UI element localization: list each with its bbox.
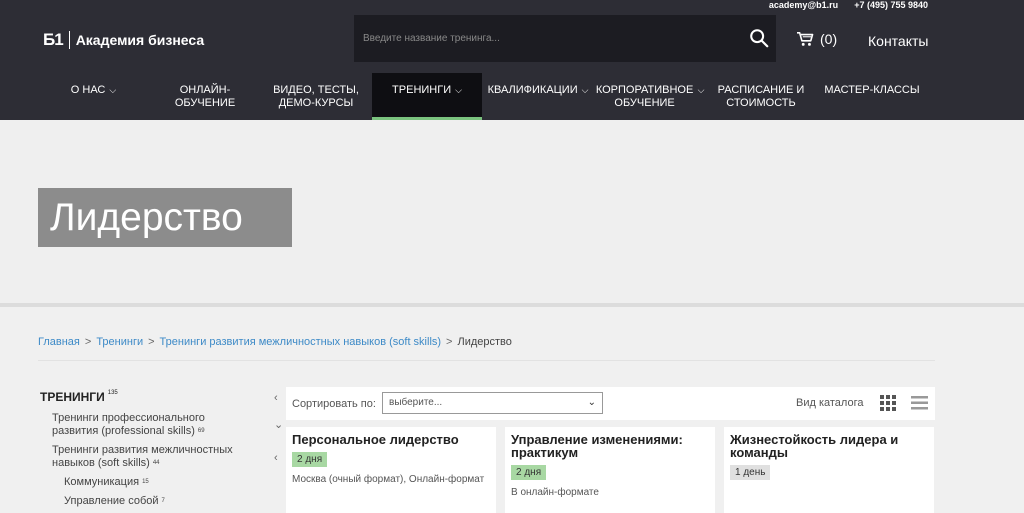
catalog-toolbar: Сортировать по: выберите... ⌄ Вид катало… bbox=[286, 387, 935, 420]
nav-item-trainings[interactable]: ТРЕНИНГИ ⌵ bbox=[372, 73, 482, 120]
breadcrumb: Главная > Тренинги > Тренинги развития м… bbox=[38, 336, 512, 348]
nav-item-label: ВИДЕО, ТЕСТЫ, ДЕМО-КУРСЫ bbox=[273, 84, 359, 109]
logo-mark: Б1 bbox=[43, 30, 64, 49]
sidebar-item-soft-skills[interactable]: Тренинги развития межличностных навыков … bbox=[52, 444, 257, 470]
duration-badge: 2 дня bbox=[292, 452, 328, 467]
nav-item-label: ТРЕНИНГИ bbox=[392, 84, 452, 96]
main-nav: О НАС ⌵ ОНЛАЙН-ОБУЧЕНИЕ ВИДЕО, ТЕСТЫ, ДЕМ… bbox=[0, 73, 1024, 120]
card-format: Москва (очный формат), Онлайн-формат bbox=[292, 474, 485, 485]
contacts-link[interactable]: Контакты bbox=[868, 33, 928, 49]
nav-item-label: МАСТЕР-КЛАССЫ bbox=[824, 84, 920, 96]
search-icon[interactable] bbox=[748, 27, 770, 49]
sidebar-item-communication[interactable]: Коммуникация 15 bbox=[64, 476, 244, 489]
sidebar-item-label: Тренинги развития межличностных навыков … bbox=[52, 444, 233, 469]
header-phone[interactable]: +7 (495) 755 9840 bbox=[854, 0, 928, 12]
nav-item-schedule[interactable]: РАСПИСАНИЕ И СТОИМОСТЬ bbox=[714, 73, 808, 120]
cart-count: (0) bbox=[820, 31, 838, 47]
sidebar-heading-label: ТРЕНИНГИ bbox=[40, 390, 105, 404]
page-title: Лидерство bbox=[38, 188, 292, 247]
sidebar-item-label: Тренинги профессионального развития (pro… bbox=[52, 412, 205, 437]
search-input[interactable] bbox=[354, 15, 734, 62]
breadcrumb-separator: > bbox=[148, 336, 155, 348]
breadcrumb-home[interactable]: Главная bbox=[38, 336, 80, 348]
breadcrumb-trainings[interactable]: Тренинги bbox=[96, 336, 143, 348]
top-contact-line: academy@b1.ru +7 (495) 755 9840 bbox=[769, 0, 928, 12]
sidebar-item-count: 69 bbox=[197, 428, 205, 434]
nav-item-label: КВАЛИФИКАЦИИ bbox=[487, 84, 578, 96]
card-title[interactable]: Жизнестойкость лидера и команды bbox=[730, 433, 928, 459]
grid-view-icon[interactable] bbox=[880, 395, 896, 411]
training-card[interactable]: Персональное лидерство 2 дня Москва (очн… bbox=[286, 427, 496, 513]
card-title[interactable]: Управление изменениями: практикум bbox=[511, 433, 709, 459]
card-format: В онлайн-формате bbox=[511, 487, 599, 498]
chevron-down-icon: ⌵ bbox=[581, 85, 589, 95]
sidebar-item-professional-skills[interactable]: Тренинги профессионального развития (pro… bbox=[52, 412, 242, 438]
nav-item-online-learning[interactable]: ОНЛАЙН-ОБУЧЕНИЕ bbox=[160, 73, 250, 120]
sort-select[interactable]: выберите... ⌄ bbox=[382, 392, 603, 414]
site-header: academy@b1.ru +7 (495) 755 9840 Б1 Акаде… bbox=[0, 0, 1024, 120]
sidebar-item-count: 15 bbox=[142, 479, 149, 485]
sidebar-item-label: Управление собой bbox=[64, 495, 159, 507]
sort-label: Сортировать по: bbox=[292, 398, 376, 410]
site-logo[interactable]: Б1 Академия бизнеса bbox=[43, 30, 204, 50]
nav-item-label: ОНЛАЙН-ОБУЧЕНИЕ bbox=[174, 84, 236, 109]
header-email[interactable]: academy@b1.ru bbox=[769, 0, 838, 12]
hero-divider bbox=[0, 303, 1024, 307]
breadcrumb-divider bbox=[38, 360, 935, 361]
nav-item-label: РАСПИСАНИЕ И СТОИМОСТЬ bbox=[717, 84, 805, 109]
page-hero: Лидерство bbox=[0, 120, 1024, 303]
nav-item-corporate[interactable]: КОРПОРАТИВНОЕ ОБУЧЕНИЕ ⌵ bbox=[594, 73, 706, 120]
view-mode-label: Вид каталога bbox=[796, 397, 864, 409]
sort-select-value: выберите... bbox=[389, 397, 443, 408]
nav-item-qualifications[interactable]: КВАЛИФИКАЦИИ ⌵ bbox=[483, 73, 593, 120]
chevron-down-icon: ⌄ bbox=[587, 397, 596, 408]
breadcrumb-current: Лидерство bbox=[457, 336, 512, 348]
sidebar-item-self-management[interactable]: Управление собой 7 bbox=[64, 495, 244, 508]
training-card[interactable]: Жизнестойкость лидера и команды 1 день bbox=[724, 427, 934, 513]
breadcrumb-separator: > bbox=[446, 336, 453, 348]
list-view-icon[interactable] bbox=[911, 396, 928, 410]
sidebar-heading[interactable]: ТРЕНИНГИ 135 bbox=[40, 390, 118, 404]
nav-item-label: КОРПОРАТИВНОЕ ОБУЧЕНИЕ bbox=[595, 84, 694, 109]
chevron-down-icon: ⌵ bbox=[455, 85, 462, 95]
nav-item-masterclasses[interactable]: МАСТЕР-КЛАССЫ bbox=[818, 73, 926, 120]
breadcrumb-soft-skills[interactable]: Тренинги развития межличностных навыков … bbox=[160, 336, 442, 348]
sidebar-heading-count: 135 bbox=[107, 390, 118, 396]
duration-badge: 2 дня bbox=[511, 465, 547, 480]
nav-item-label: О НАС bbox=[70, 84, 106, 96]
cart-button[interactable]: (0) bbox=[796, 31, 837, 47]
duration-badge: 1 день bbox=[730, 465, 771, 480]
sidebar-item-count: 7 bbox=[161, 498, 165, 504]
sidebar-item-label: Коммуникация bbox=[64, 476, 140, 488]
chevron-left-icon[interactable]: ‹ bbox=[274, 392, 278, 404]
chevron-down-icon[interactable]: ⌄ bbox=[274, 418, 283, 431]
cart-icon bbox=[797, 31, 814, 46]
nav-item-video-tests[interactable]: ВИДЕО, ТЕСТЫ, ДЕМО-КУРСЫ bbox=[268, 73, 364, 120]
breadcrumb-separator: > bbox=[84, 336, 92, 348]
search-bar bbox=[354, 15, 776, 62]
chevron-left-icon[interactable]: ‹ bbox=[274, 452, 278, 464]
chevron-down-icon: ⌵ bbox=[109, 85, 117, 95]
card-title[interactable]: Персональное лидерство bbox=[292, 433, 490, 446]
chevron-down-icon: ⌵ bbox=[697, 85, 705, 95]
training-card[interactable]: Управление изменениями: практикум 2 дня … bbox=[505, 427, 715, 513]
logo-text: Академия бизнеса bbox=[75, 32, 205, 48]
sidebar-item-count: 44 bbox=[152, 460, 160, 466]
logo-divider bbox=[68, 31, 70, 49]
nav-item-about[interactable]: О НАС ⌵ bbox=[46, 73, 141, 120]
